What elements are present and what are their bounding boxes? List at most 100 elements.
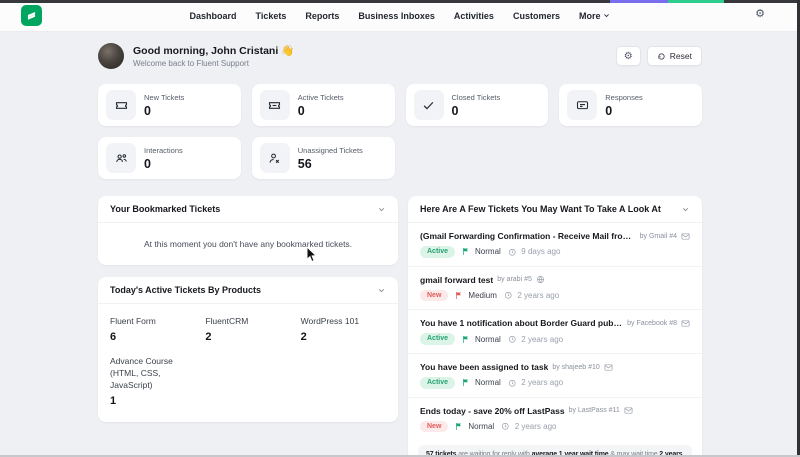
ticket-author: by Gmail #4 [640,233,677,240]
nav-more-label: More [578,10,601,21]
ticket-open-icon [259,90,290,120]
mail-icon [681,232,690,241]
bookmarked-empty-message: At this moment you don't have any bookma… [143,239,353,249]
ticket-title: You have been assigned to task [420,362,549,373]
ticket-author: by LastPass #11 [569,407,620,414]
stat-label: Responses [605,92,643,102]
stat-label: Closed Tickets [451,92,501,102]
panels-row: Your Bookmarked Tickets At this moment y… [98,196,702,457]
ticket-title: You have 1 notification about Border Gua… [420,318,623,329]
product-name: Fluent Form [110,316,156,326]
clock-icon [508,379,517,388]
ticket-row[interactable]: (Gmail Forwarding Confirmation - Receive… [408,223,702,267]
ticket-title: (Gmail Forwarding Confirmation - Receive… [420,231,636,241]
ticket-id: #11 [608,407,620,415]
stat-label: Interactions [144,145,183,155]
chat-bubble-icon [567,90,598,120]
product-stat: FluentCRM 2 [205,316,290,343]
ticket-title: Ends today - save 20% off LastPass [420,405,565,416]
nav-settings-gear-icon[interactable]: ⚙ [755,9,765,20]
priority-label: Normal [475,334,501,344]
stat-value: 0 [144,156,151,171]
ticket-age: 9 days ago [521,247,561,257]
stat-value: 0 [605,103,613,118]
status-badge: Active [420,333,456,346]
nav-item[interactable]: Customers [513,11,560,21]
nav-item[interactable]: Activities [454,11,494,21]
stat-card-responses[interactable]: Responses 0 [559,84,702,126]
greeting-subtitle: Welcome back to Fluent Support [133,59,249,68]
stat-value: 0 [144,103,151,118]
product-stat: WordPress 101 2 [301,316,386,343]
ticket-title-row: (Gmail Forwarding Confirmation - Receive… [420,231,690,241]
clock-icon [504,291,513,300]
ticket-title-row: You have been assigned to task by shajee… [420,362,690,372]
people-icon [106,143,136,173]
clock-icon [501,422,510,431]
stat-card-active-tickets[interactable]: Active Tickets 0 [251,84,395,126]
priority-flag-icon [462,378,470,387]
nav-item-more[interactable]: More [579,11,611,21]
stat-value: 0 [297,103,305,118]
product-count: 1 [110,394,117,407]
ticket-row[interactable]: gmail forward test by arabi #5 New Mediu… [408,267,702,311]
product-count: 6 [110,330,117,343]
status-badge: Active [420,246,456,258]
check-icon [413,90,444,120]
product-name: WordPress 101 [300,316,360,326]
bookmarked-panel-header: Your Bookmarked Tickets [98,196,398,223]
product-name: FluentCRM [205,316,249,326]
products-grid: Fluent Form 6 FluentCRM 2 WordPress 101 … [98,304,398,422]
bookmarked-tickets-panel: Your Bookmarked Tickets At this moment y… [98,196,398,265]
mail-icon [681,319,690,328]
ticket-id: #5 [524,276,532,284]
stat-card-unassigned-tickets[interactable]: Unassigned Tickets 56 [251,137,395,179]
product-name: Advance Course (HTML, CSS, JavaScript) [110,355,173,390]
product-stat: Advance Course (HTML, CSS, JavaScript) 1 [110,356,195,407]
ticket-row[interactable]: Ends today - save 20% off LastPass by La… [408,398,702,441]
fluent-support-dashboard: Dashboard Tickets Reports Business Inbox… [0,0,800,457]
reset-label: Reset [669,51,692,61]
mail-icon [604,363,613,372]
chevron-down-icon [604,14,610,18]
ticket-meta-row: New Medium 2 years ago [420,289,690,302]
product-count: 2 [205,330,212,343]
priority-flag-icon [462,247,470,256]
header-actions: ⚙ Reset [615,46,702,66]
stat-card-closed-tickets[interactable]: Closed Tickets 0 [405,84,549,126]
priority-flag-icon [455,291,463,300]
ticket-title-row: You have 1 notification about Border Gua… [420,318,690,328]
fluent-support-logo-icon[interactable] [21,5,42,26]
top-nav: Dashboard Tickets Reports Business Inbox… [0,0,800,32]
collapse-chevron-icon[interactable] [681,205,690,214]
ticket-row[interactable]: You have been assigned to task by shajee… [408,354,702,398]
nav-item[interactable]: Reports [305,11,339,21]
stat-card-interactions[interactable]: Interactions 0 [98,137,241,179]
dashboard-content: Good morning, John Cristani 👋 Welcome ba… [98,32,702,457]
products-panel-header: Today's Active Tickets By Products [98,277,398,304]
ticket-author-name: by LastPass [568,407,607,415]
stat-card-new-tickets[interactable]: New Tickets 0 [98,84,241,126]
ticket-id: #4 [669,232,677,240]
priority-label: Normal [475,247,501,257]
ticket-meta-row: Active Normal 9 days ago [420,246,690,258]
nav-item[interactable]: Dashboard [190,11,237,21]
clock-icon [508,248,517,257]
reset-button[interactable]: Reset [646,46,702,66]
stat-label: Active Tickets [297,92,344,102]
top-strip-green-segment [668,0,724,3]
ticket-id: #10 [588,363,600,371]
dashboard-settings-button[interactable]: ⚙ [615,46,641,66]
products-panel-title: Today's Active Tickets By Products [110,285,262,295]
ticket-author: by Facebook #8 [627,320,677,327]
nav-item[interactable]: Business Inboxes [358,11,435,21]
product-stat: Fluent Form 6 [110,316,195,343]
collapse-chevron-icon[interactable] [377,205,386,214]
suggested-panel-header: Here Are A Few Tickets You May Want To T… [408,196,702,223]
nav-item[interactable]: Tickets [256,11,287,21]
greeting-title: Good morning, John Cristani 👋 [133,45,295,57]
ticket-row[interactable]: You have 1 notification about Border Gua… [408,310,702,355]
ticket-meta-row: Active Normal 2 years ago [420,333,690,346]
suggested-tickets-panel: Here Are A Few Tickets You May Want To T… [408,196,702,457]
collapse-chevron-icon[interactable] [377,286,386,295]
